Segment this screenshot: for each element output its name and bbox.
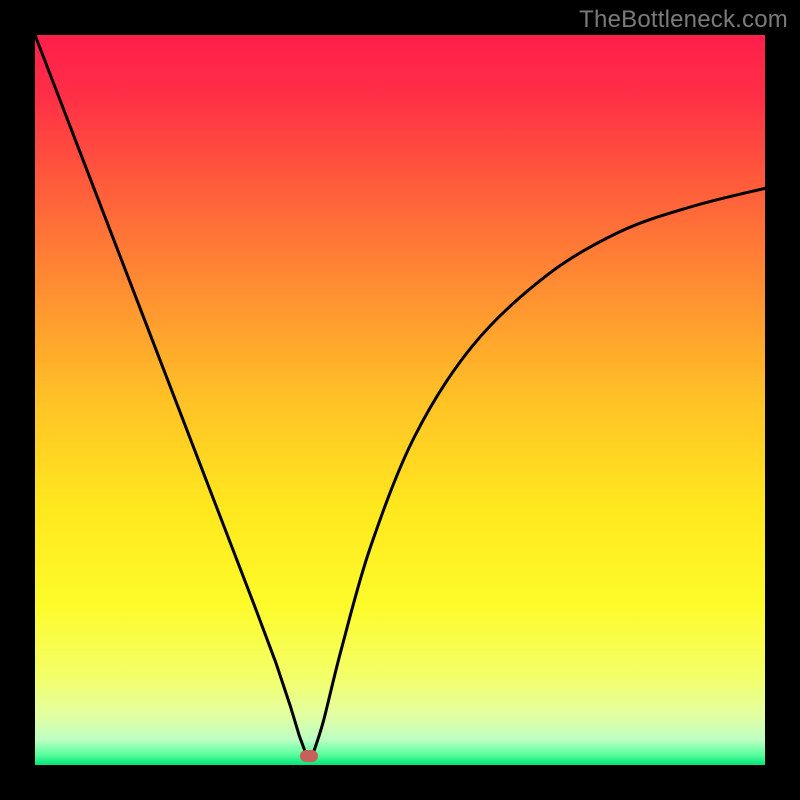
optimal-point-marker: [300, 750, 318, 762]
watermark-text: TheBottleneck.com: [579, 6, 788, 34]
bottleneck-curve: [35, 35, 765, 765]
plot-area: [35, 35, 765, 765]
chart-frame: TheBottleneck.com: [0, 0, 800, 800]
